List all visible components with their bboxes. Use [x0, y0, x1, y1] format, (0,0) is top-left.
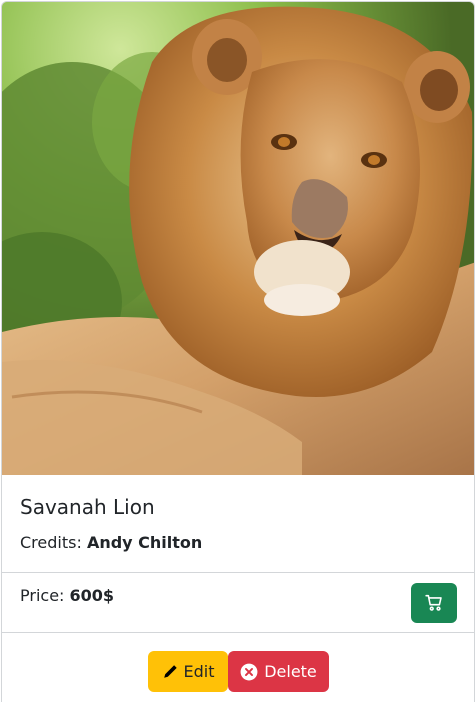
lion-photo	[2, 2, 474, 475]
price-row: Price: 600$	[2, 573, 474, 633]
credits-label: Credits:	[20, 533, 82, 552]
price-value: 600$	[69, 586, 115, 605]
edit-button[interactable]: Edit	[148, 651, 228, 692]
credits-line: Credits: Andy Chilton	[20, 533, 202, 552]
credits-name: Andy Chilton	[86, 533, 203, 552]
cart-icon	[425, 594, 442, 611]
pencil-icon	[163, 664, 177, 678]
product-card: Savanah Lion Credits: Andy Chilton Price…	[1, 1, 475, 702]
price-line: Price: 600$	[20, 586, 114, 605]
card-actions: Edit Delete	[2, 633, 474, 702]
add-to-cart-button[interactable]	[411, 583, 457, 623]
edit-button-label: Edit	[183, 662, 215, 681]
card-title: Savanah Lion	[20, 495, 155, 519]
delete-button-label: Delete	[264, 662, 317, 681]
price-label: Price:	[20, 586, 65, 605]
card-body: Savanah Lion Credits: Andy Chilton	[2, 475, 474, 573]
delete-button[interactable]: Delete	[228, 651, 329, 692]
x-circle-icon	[240, 663, 258, 680]
